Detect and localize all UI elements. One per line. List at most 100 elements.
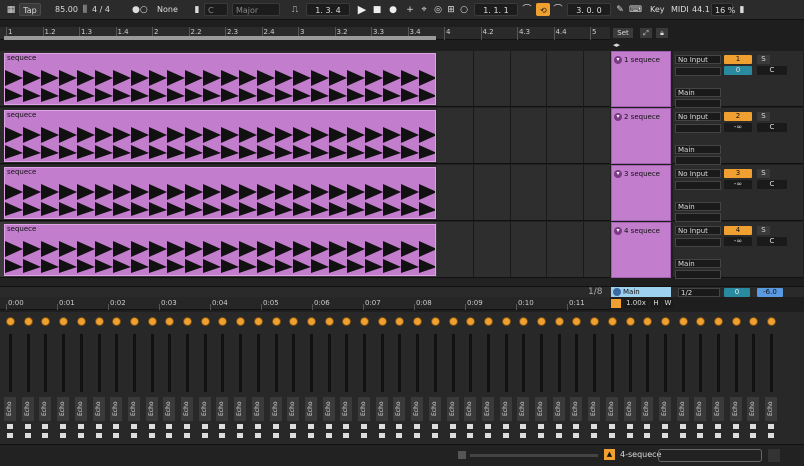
device-fader[interactable] bbox=[363, 334, 366, 392]
device-on-icon[interactable] bbox=[218, 317, 228, 326]
input-channel-select[interactable] bbox=[675, 181, 721, 190]
track-fold-icon[interactable]: ▾ bbox=[614, 56, 622, 64]
scroll-left-icon[interactable] bbox=[458, 451, 466, 459]
follow-icon[interactable]: ▮ bbox=[191, 4, 203, 16]
h-button[interactable]: H bbox=[651, 299, 661, 308]
set-button[interactable]: Set bbox=[613, 28, 633, 38]
device-setting-icon[interactable] bbox=[502, 424, 509, 429]
solo-button[interactable]: S bbox=[757, 112, 770, 121]
device-setting-icon[interactable] bbox=[661, 424, 668, 429]
device-fader[interactable] bbox=[504, 334, 508, 392]
key-map-button[interactable]: Key bbox=[650, 3, 668, 16]
device-on-icon[interactable] bbox=[360, 317, 369, 326]
device-name[interactable]: Echo bbox=[552, 397, 565, 421]
device-setting-icon[interactable] bbox=[768, 424, 775, 429]
device-setting-icon[interactable] bbox=[42, 424, 49, 429]
device-name[interactable]: Echo bbox=[216, 397, 229, 421]
device-setting-icon[interactable] bbox=[219, 424, 226, 429]
input-channel-select[interactable] bbox=[675, 67, 721, 76]
device-on-icon[interactable] bbox=[289, 317, 299, 326]
device-name[interactable]: Echo bbox=[4, 397, 16, 421]
tap-button[interactable]: Tap bbox=[19, 3, 41, 16]
device-save-icon[interactable] bbox=[24, 433, 31, 438]
device-on-icon[interactable] bbox=[519, 317, 529, 326]
device-name[interactable]: Echo bbox=[375, 397, 388, 421]
device-save-icon[interactable] bbox=[77, 433, 84, 438]
input-channel-select[interactable] bbox=[675, 238, 721, 247]
main-play-icon[interactable] bbox=[613, 288, 621, 296]
device-save-icon[interactable] bbox=[591, 433, 598, 438]
device-setting-icon[interactable] bbox=[272, 424, 279, 429]
device-on-icon[interactable] bbox=[607, 317, 617, 326]
empty-lane-area[interactable] bbox=[437, 108, 620, 163]
device-on-icon[interactable] bbox=[501, 317, 511, 326]
tempo-field[interactable]: 85.00 bbox=[55, 3, 78, 16]
device-name[interactable]: Echo bbox=[605, 397, 618, 421]
loop-brace[interactable] bbox=[4, 36, 436, 40]
device-setting-icon[interactable] bbox=[608, 424, 615, 429]
device-on-icon[interactable] bbox=[76, 317, 86, 326]
main-volume[interactable]: 0 bbox=[724, 288, 750, 297]
stop-icon[interactable]: ■ bbox=[371, 4, 383, 16]
device-setting-icon[interactable] bbox=[626, 424, 633, 429]
device-on-icon[interactable] bbox=[59, 317, 69, 326]
device-on-icon[interactable] bbox=[23, 317, 33, 326]
device-save-icon[interactable] bbox=[644, 433, 651, 438]
input-channel-select[interactable] bbox=[675, 124, 721, 133]
device-on-icon[interactable] bbox=[236, 317, 246, 326]
punch-in-icon[interactable]: ⌒ bbox=[521, 4, 533, 16]
device-save-icon[interactable] bbox=[378, 433, 385, 438]
device-fader[interactable] bbox=[345, 334, 349, 392]
device-name[interactable]: Echo bbox=[446, 397, 459, 421]
device-name[interactable]: Echo bbox=[658, 397, 671, 421]
track-header[interactable]: ▾ 1 sequece bbox=[611, 51, 671, 107]
device-fader[interactable] bbox=[398, 334, 402, 392]
device-name[interactable]: Echo bbox=[198, 397, 211, 421]
device-fader[interactable] bbox=[186, 334, 189, 392]
device-save-icon[interactable] bbox=[502, 433, 509, 438]
device-name[interactable]: Echo bbox=[181, 397, 193, 421]
device-save-icon[interactable] bbox=[60, 433, 67, 438]
output-channel-select[interactable] bbox=[675, 156, 721, 165]
device-save-icon[interactable] bbox=[184, 433, 190, 438]
device-on-icon[interactable] bbox=[6, 317, 15, 326]
track-volume[interactable]: -∞ bbox=[724, 180, 752, 189]
pan-button[interactable]: C bbox=[757, 123, 787, 132]
device-fader[interactable] bbox=[309, 334, 313, 392]
device-fader[interactable] bbox=[416, 334, 420, 392]
device-name[interactable]: Echo bbox=[676, 397, 689, 421]
device-name[interactable]: Echo bbox=[747, 397, 760, 421]
device-save-icon[interactable] bbox=[396, 433, 403, 438]
device-fader[interactable] bbox=[292, 334, 296, 392]
device-on-icon[interactable] bbox=[767, 317, 777, 326]
device-fader[interactable] bbox=[593, 334, 597, 392]
nav-arrows-icon[interactable]: ◂▸ bbox=[613, 41, 633, 49]
device-setting-icon[interactable] bbox=[77, 424, 84, 429]
device-fader[interactable] bbox=[26, 334, 30, 392]
device-name[interactable]: Echo bbox=[269, 397, 282, 421]
empty-lane-area[interactable] bbox=[437, 222, 620, 277]
device-save-icon[interactable] bbox=[431, 433, 438, 438]
device-setting-icon[interactable] bbox=[750, 424, 757, 429]
device-on-icon[interactable] bbox=[430, 317, 440, 326]
device-fader[interactable] bbox=[433, 334, 437, 392]
overdub-icon[interactable]: ⊞ bbox=[445, 4, 457, 16]
device-name[interactable]: Echo bbox=[499, 397, 512, 421]
main-pan[interactable]: -6.0 bbox=[757, 288, 783, 297]
device-save-icon[interactable] bbox=[538, 433, 544, 438]
device-fader[interactable] bbox=[168, 334, 172, 392]
device-fader[interactable] bbox=[681, 334, 685, 392]
device-name[interactable]: Echo bbox=[641, 397, 654, 421]
device-on-icon[interactable] bbox=[147, 317, 157, 326]
device-setting-icon[interactable] bbox=[431, 424, 438, 429]
device-fader[interactable] bbox=[62, 334, 66, 392]
device-on-icon[interactable] bbox=[342, 317, 352, 326]
loop-length-field[interactable]: 3. 0. 0 bbox=[567, 3, 611, 16]
device-setting-icon[interactable] bbox=[715, 424, 721, 429]
solo-button[interactable]: S bbox=[757, 226, 770, 235]
device-on-icon[interactable] bbox=[731, 317, 741, 326]
device-save-icon[interactable] bbox=[467, 433, 474, 438]
device-name[interactable]: Echo bbox=[340, 397, 353, 421]
arrangement-overdub-icon[interactable]: ⎍ bbox=[289, 4, 301, 16]
track-volume[interactable]: -∞ bbox=[724, 123, 752, 132]
